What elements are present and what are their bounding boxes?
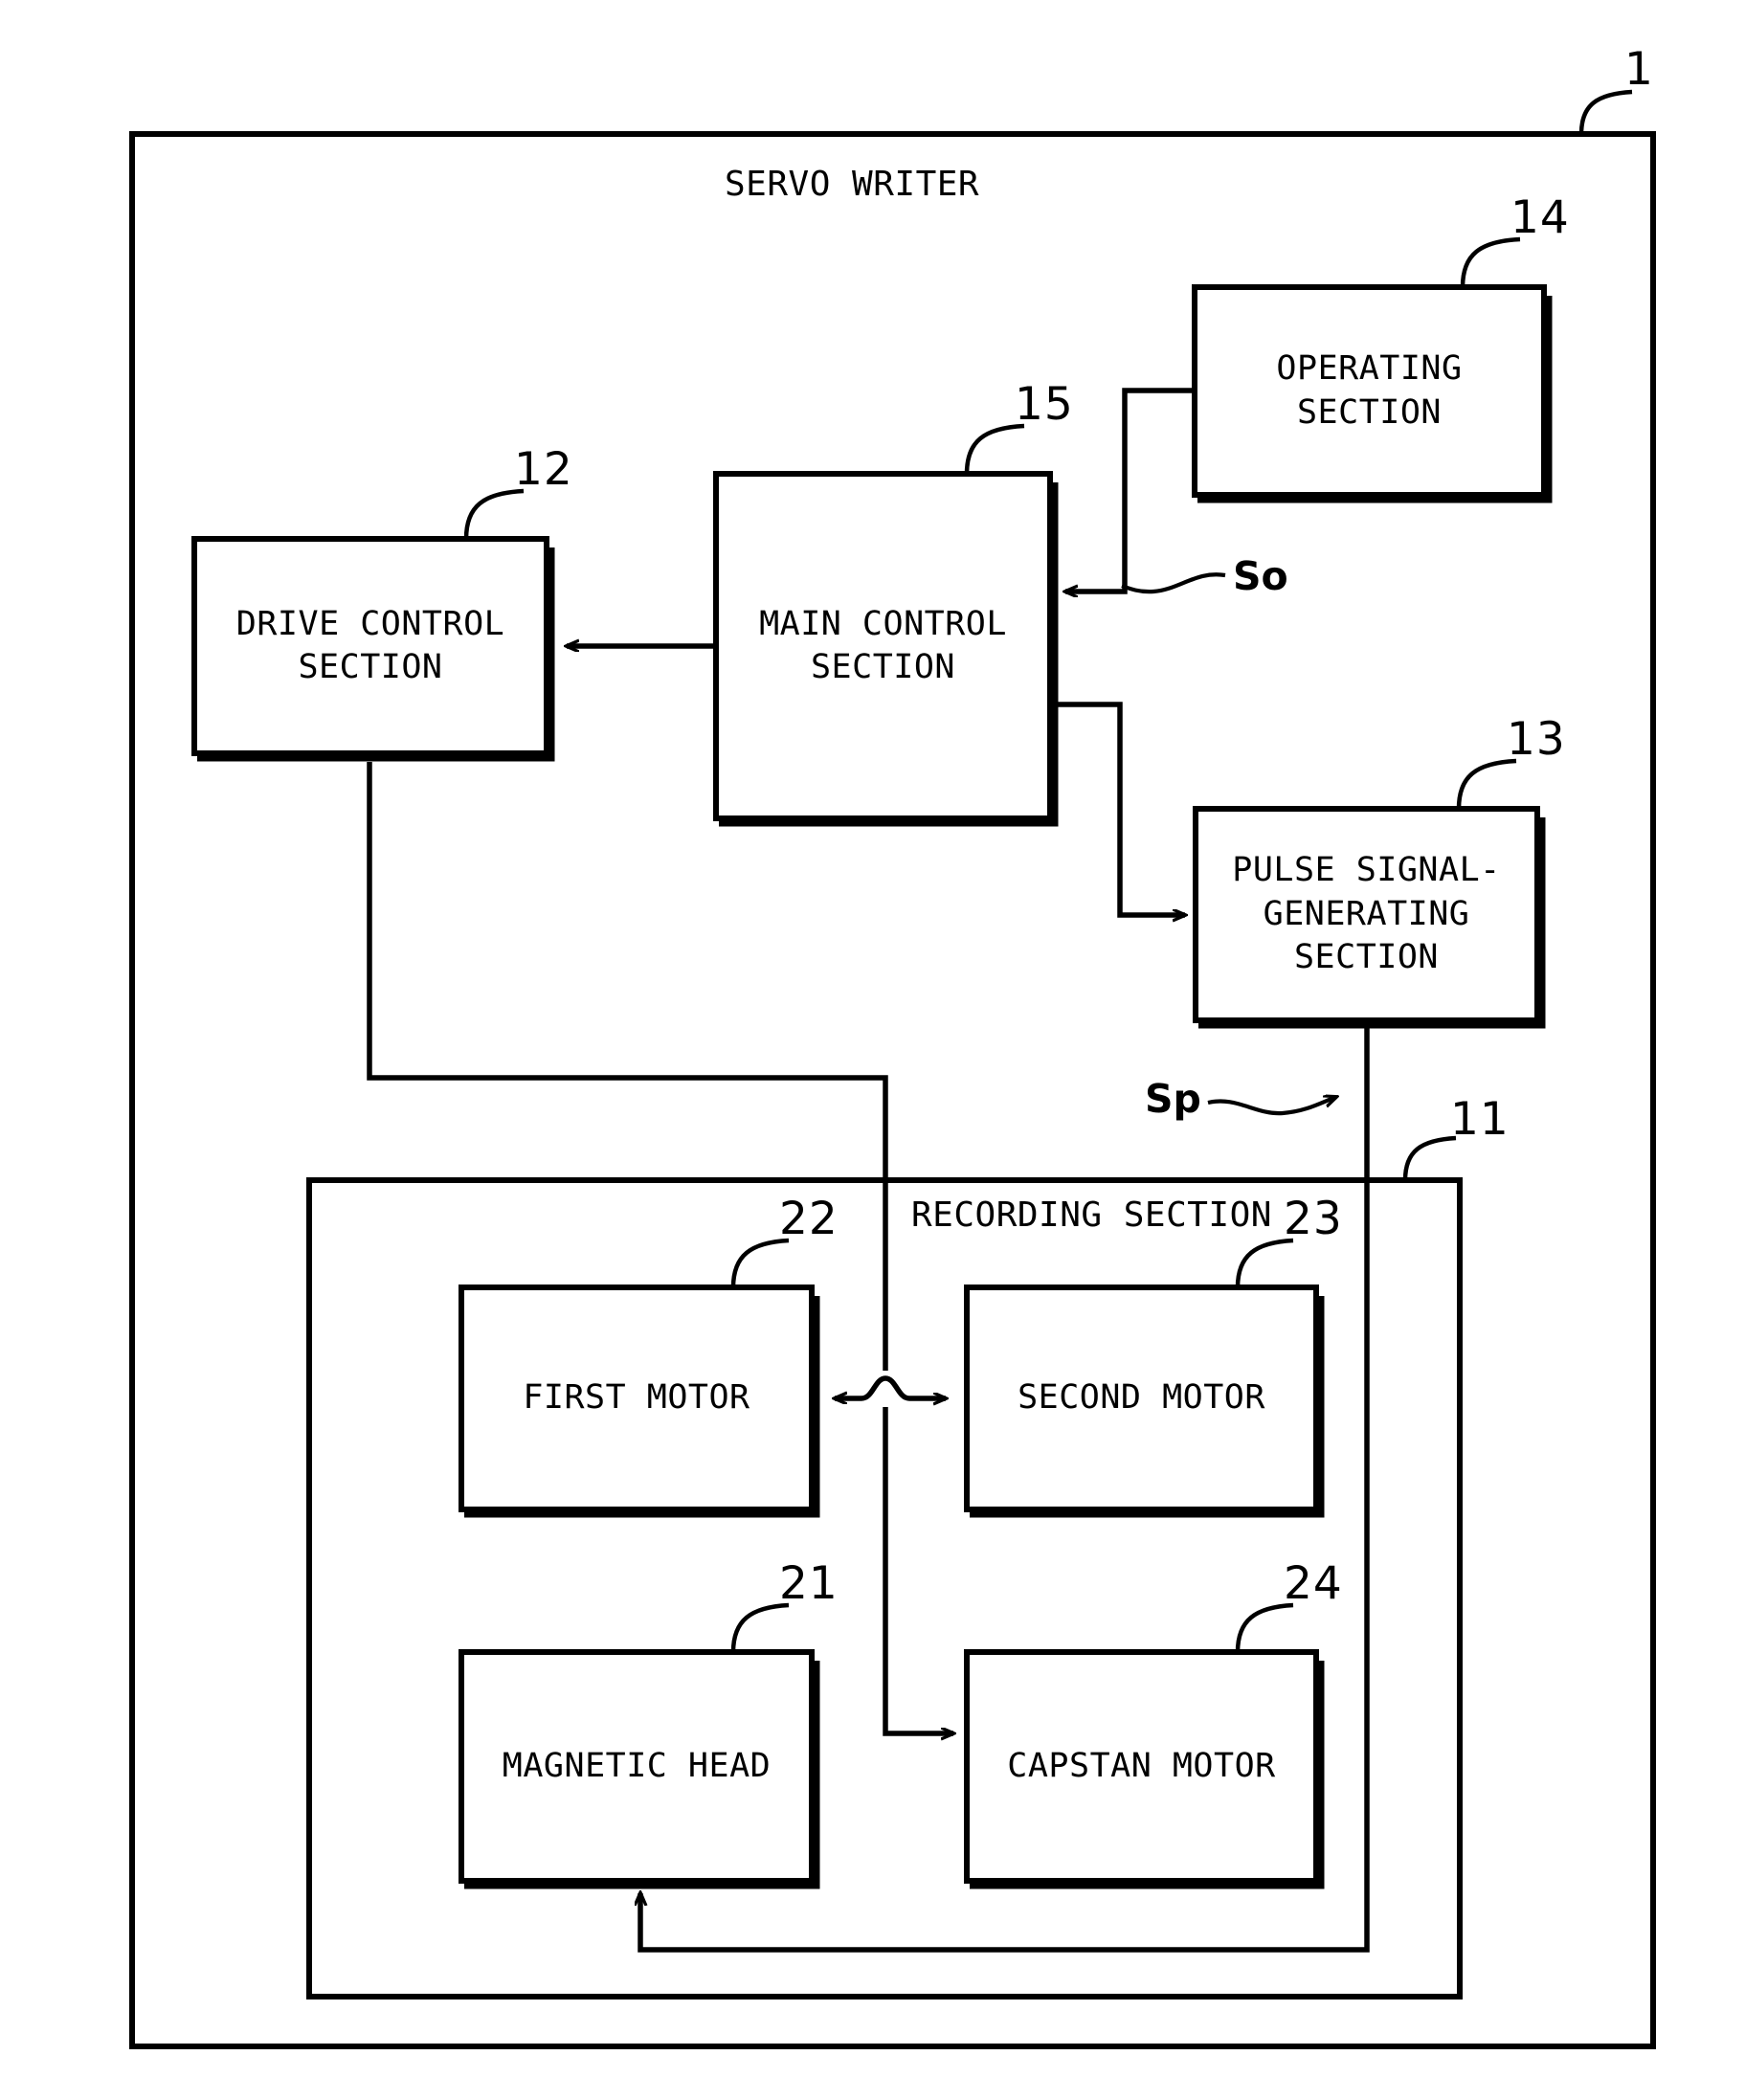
box-pulse-signal-generating-section[interactable]	[1193, 806, 1546, 1029]
ref-number-15: 15	[1015, 378, 1074, 431]
ref-number-11: 11	[1450, 1093, 1510, 1146]
box-magnetic-head[interactable]	[459, 1649, 820, 1889]
motor-bus-hop	[861, 1375, 910, 1401]
leader-line-15	[964, 423, 1025, 475]
figure-title: SERVO WRITER	[725, 165, 980, 204]
ref-number-21: 21	[779, 1557, 839, 1610]
box-drive-control-section[interactable]	[191, 536, 555, 762]
connector-bus-to-capstan-motor	[883, 1407, 953, 1733]
connector-drive-control-to-motors-bus	[367, 762, 888, 1371]
box-second-motor[interactable]	[964, 1285, 1325, 1518]
ref-number-13: 13	[1507, 713, 1566, 766]
leader-line-22	[730, 1238, 790, 1288]
ref-number-24: 24	[1284, 1557, 1343, 1610]
signal-label-sp: Sp	[1145, 1076, 1201, 1122]
ref-number-23: 23	[1284, 1193, 1343, 1245]
leader-line-13	[1456, 758, 1517, 810]
figure-canvas: SERVO WRITER 1 RECORDING SECTION 11 OPER…	[0, 0, 1745, 2100]
box-capstan-motor[interactable]	[964, 1649, 1325, 1889]
connector-operating-to-main-control	[1065, 388, 1195, 592]
ref-number-1: 1	[1624, 43, 1654, 96]
ref-number-14: 14	[1510, 191, 1570, 244]
leader-line-21	[730, 1602, 790, 1653]
leader-line-11	[1402, 1135, 1457, 1181]
box-main-control-section[interactable]	[713, 471, 1059, 827]
leader-line-1	[1578, 89, 1633, 135]
signal-label-so: So	[1233, 553, 1288, 599]
leader-line-14	[1460, 236, 1521, 288]
leader-line-23	[1235, 1238, 1294, 1288]
leader-line-12	[463, 488, 525, 540]
ref-number-22: 22	[779, 1193, 839, 1245]
connector-main-control-to-pulse-generator	[1053, 702, 1185, 915]
box-operating-section[interactable]	[1192, 284, 1553, 503]
leader-line-24	[1235, 1602, 1294, 1653]
diagram-vector-layer	[129, 89, 1656, 2049]
leader-line-so	[1121, 572, 1226, 594]
ref-number-12: 12	[514, 443, 573, 496]
recording-section-title: RECORDING SECTION	[911, 1195, 1272, 1235]
leader-line-sp	[1207, 1097, 1336, 1116]
box-first-motor[interactable]	[459, 1285, 820, 1518]
